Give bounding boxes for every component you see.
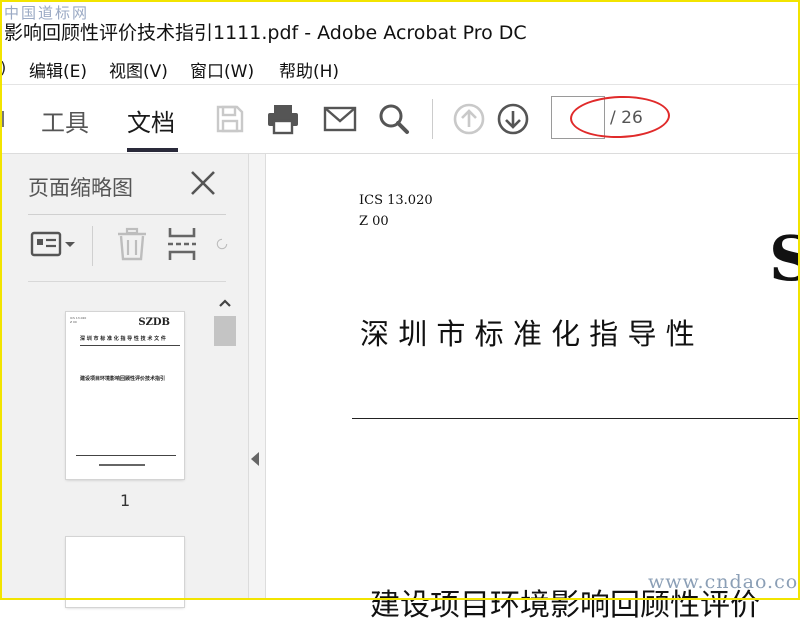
rotate-icon[interactable] <box>216 226 228 262</box>
search-icon[interactable] <box>377 102 411 136</box>
toolbar: 工具 文档 / 26 <box>0 85 800 154</box>
scrollbar-thumb[interactable] <box>214 316 236 346</box>
close-icon[interactable] <box>188 168 218 198</box>
panel-tool-separator <box>92 226 93 266</box>
toolbar-separator <box>432 99 433 139</box>
tab-tools[interactable]: 工具 <box>41 103 89 138</box>
doc-brand-letter: S <box>769 222 800 295</box>
save-icon[interactable] <box>213 102 247 136</box>
thumbnail-options-icon[interactable] <box>30 226 76 262</box>
thumbnail-page-label: 1 <box>120 491 131 510</box>
email-icon[interactable] <box>323 102 357 136</box>
window-title: 影响回顾性评价技术指引1111.pdf - Adobe Acrobat Pro … <box>4 22 527 44</box>
title-bar: 中国道标网 影响回顾性评价技术指引1111.pdf - Adobe Acroba… <box>0 0 800 50</box>
watermark-bottom-right: www.cndao.com <box>648 571 800 593</box>
page-thumbnails-panel: 页面缩略图 ICS 13.020 Z 00 SZDB 深 圳 市 标 准 化 指… <box>0 154 249 607</box>
menu-item-help[interactable]: 帮助(H) <box>279 57 339 82</box>
home-tab-edge[interactable] <box>0 111 4 127</box>
document-view[interactable] <box>266 154 800 600</box>
menu-item-file-partial[interactable]: ) <box>0 58 6 77</box>
doc-classification-code: Z 00 <box>359 214 389 229</box>
tab-document[interactable]: 文档 <box>127 103 175 138</box>
extract-page-icon[interactable] <box>166 226 198 262</box>
page-thumbnail-1[interactable]: ICS 13.020 Z 00 SZDB 深 圳 市 标 准 化 指 导 性 技 … <box>66 312 184 479</box>
menu-item-view[interactable]: 视图(V) <box>109 57 168 82</box>
page-thumbnail-2[interactable] <box>66 537 184 607</box>
panel-collapse-strip[interactable] <box>249 154 266 600</box>
thumbnail-brand: SZDB <box>138 317 170 328</box>
doc-heading: 深 圳 市 标 准 化 指 导 性 <box>360 317 695 351</box>
collapse-arrow-icon[interactable] <box>251 452 259 466</box>
menu-item-edit[interactable]: 编辑(E) <box>29 57 87 82</box>
scroll-up-icon[interactable] <box>215 294 235 312</box>
menu-bar: ) 编辑(E) 视图(V) 窗口(W) 帮助(H) <box>0 50 800 85</box>
thumbnail-title: 建设项目环境影响回顾性评价技术指引 <box>80 376 166 382</box>
arrow-down-circle-icon[interactable] <box>496 102 530 136</box>
arrow-up-circle-icon[interactable] <box>452 102 486 136</box>
thumbnail-heading: 深 圳 市 标 准 化 指 导 性 技 术 文 件 <box>80 336 166 342</box>
trash-icon[interactable] <box>116 226 148 262</box>
panel-title: 页面缩略图 <box>28 176 133 200</box>
panel-divider-2 <box>28 281 226 282</box>
print-icon[interactable] <box>266 102 300 136</box>
menu-item-window[interactable]: 窗口(W) <box>190 57 254 82</box>
active-tab-indicator <box>127 148 178 152</box>
doc-ics-code: ICS 13.020 <box>359 193 433 208</box>
doc-divider-rule <box>352 418 800 419</box>
panel-divider <box>28 214 226 215</box>
